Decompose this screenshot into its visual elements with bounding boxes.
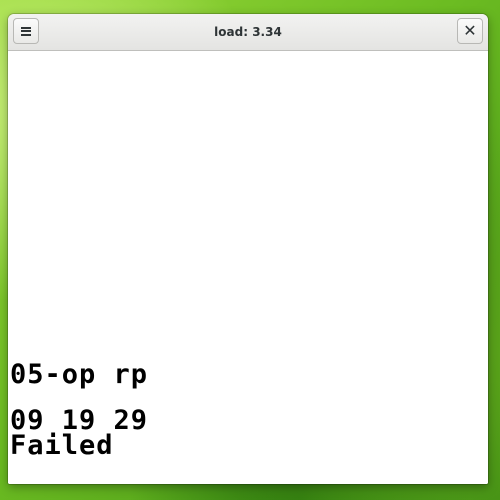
close-button[interactable]: ✕	[457, 18, 483, 44]
display-line-1: 05-op rp	[10, 359, 149, 390]
close-icon: ✕	[463, 21, 477, 40]
window-title: load: 3.34	[214, 25, 282, 39]
menu-button[interactable]	[13, 18, 39, 44]
display-area: 05-op rp 09 19 29 Failed	[8, 51, 488, 484]
status-line: Failed	[10, 430, 114, 461]
hamburger-menu-icon	[21, 26, 31, 36]
app-window: load: 3.34 ✕ 05-op rp 09 19 29 Failed	[8, 14, 488, 484]
title-bar[interactable]: load: 3.34 ✕	[8, 14, 488, 51]
